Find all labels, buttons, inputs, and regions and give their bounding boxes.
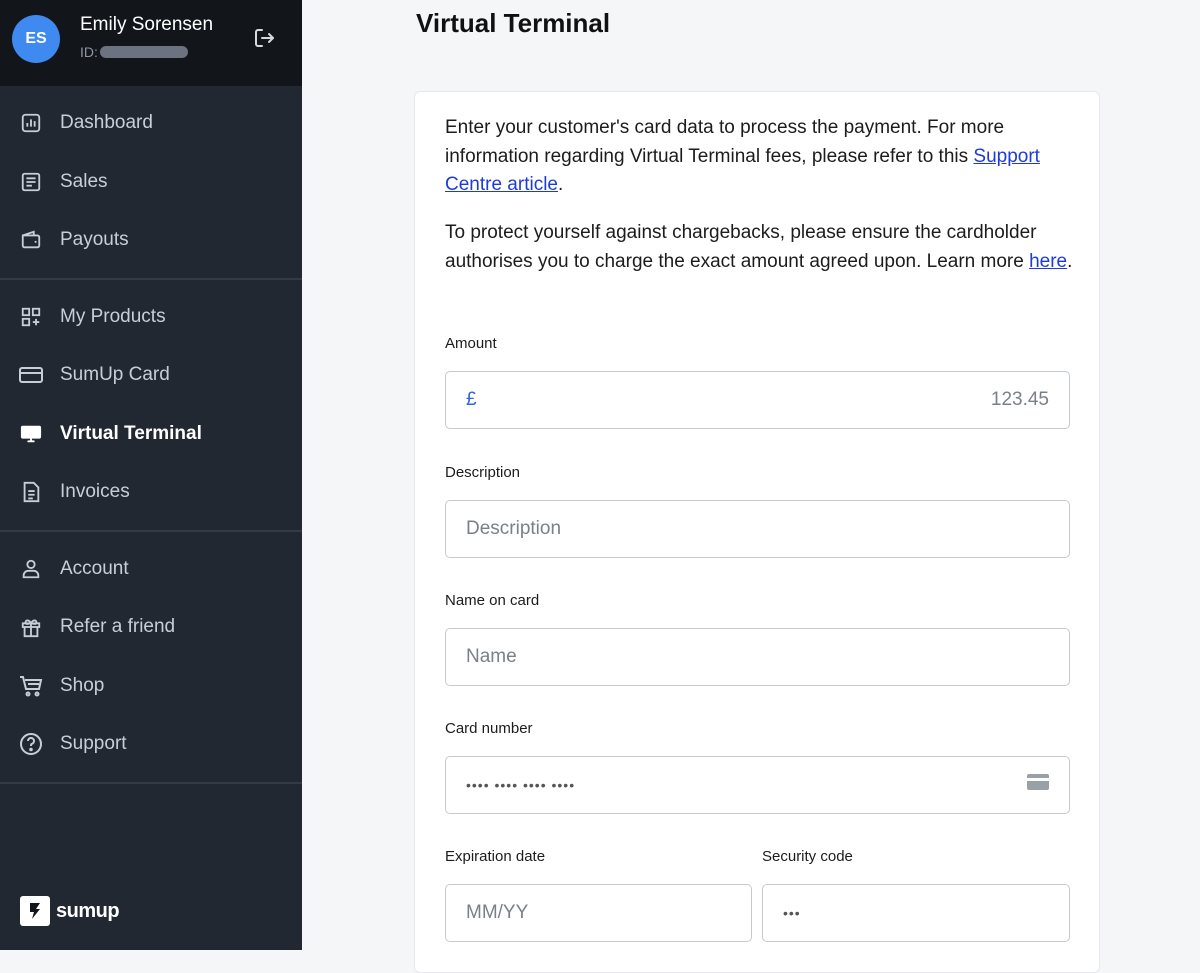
intro-paragraph-fees: Enter your customer's card data to proce… — [445, 114, 1077, 200]
learn-more-link[interactable]: here — [1029, 251, 1067, 272]
gift-icon — [19, 615, 43, 639]
security-code-input[interactable]: ••• — [762, 884, 1070, 942]
name-placeholder: Name — [466, 646, 517, 667]
sidebar-item-label: SumUp Card — [60, 364, 170, 386]
receipt-icon — [19, 170, 43, 194]
sidebar-item-label: Dashboard — [60, 112, 153, 134]
card-number-label: Card number — [445, 720, 533, 737]
card-number-placeholder: •••• •••• •••• •••• — [466, 777, 576, 793]
intro-chargebacks-text: To protect yourself against chargebacks,… — [445, 222, 1037, 272]
document-icon — [19, 480, 43, 504]
cart-icon — [19, 674, 43, 698]
description-input[interactable]: Description — [445, 500, 1070, 558]
chart-icon — [19, 111, 43, 135]
sidebar-item-label: Refer a friend — [60, 616, 176, 638]
user-header: ES Emily Sorensen ID: — [0, 0, 302, 86]
sumup-wordmark: sumup — [56, 899, 120, 922]
sidebar-item-account[interactable]: Account — [0, 540, 302, 599]
credit-card-icon — [1027, 774, 1049, 796]
amount-input[interactable]: £ 123.45 — [445, 371, 1070, 429]
intro-paragraph-chargebacks: To protect yourself against chargebacks,… — [445, 219, 1077, 276]
sidebar-item-support[interactable]: Support — [0, 715, 302, 774]
sidebar-item-label: Shop — [60, 674, 105, 696]
sidebar-item-invoices[interactable]: Invoices — [0, 463, 302, 522]
sidebar-item-label: Sales — [60, 170, 108, 192]
nav-group-account: Account Refer a friend Shop Support — [0, 532, 302, 784]
sidebar-item-label: Invoices — [60, 481, 130, 503]
description-placeholder: Description — [466, 518, 562, 539]
intro-text: Enter your customer's card data to proce… — [445, 114, 1077, 296]
sidebar-item-label: Support — [60, 733, 127, 755]
sidebar-item-refer-a-friend[interactable]: Refer a friend — [0, 598, 302, 657]
nav-group-products: My Products SumUp Card Virtual Terminal … — [0, 280, 302, 532]
intro-fees-end: . — [558, 174, 564, 196]
sumup-logo-mark — [20, 896, 50, 926]
security-code-placeholder: ••• — [783, 905, 801, 921]
user-id-label: ID: — [80, 44, 98, 60]
sidebar: ES Emily Sorensen ID: Dashboard Sales Pa… — [0, 0, 302, 950]
currency-symbol: £ — [466, 389, 477, 410]
sidebar-item-label: Virtual Terminal — [60, 422, 202, 444]
help-icon — [19, 732, 43, 756]
intro-fees-text: Enter your customer's card data to proce… — [445, 117, 1005, 167]
expiration-date-input[interactable]: MM/YY — [445, 884, 752, 942]
sidebar-item-label: My Products — [60, 305, 166, 327]
amount-label: Amount — [445, 335, 497, 352]
sidebar-item-shop[interactable]: Shop — [0, 657, 302, 716]
sidebar-item-sumup-card[interactable]: SumUp Card — [0, 346, 302, 405]
sumup-logo: sumup — [20, 896, 120, 926]
security-code-label: Security code — [762, 848, 853, 865]
avatar: ES — [12, 15, 60, 63]
logout-icon[interactable] — [252, 26, 276, 50]
sidebar-item-sales[interactable]: Sales — [0, 153, 302, 212]
user-id: ID: — [80, 44, 188, 60]
sidebar-item-my-products[interactable]: My Products — [0, 288, 302, 347]
person-icon — [19, 557, 43, 581]
amount-placeholder: 123.45 — [990, 389, 1049, 410]
sidebar-item-dashboard[interactable]: Dashboard — [0, 94, 302, 153]
wallet-icon — [19, 228, 43, 252]
sidebar-item-payouts[interactable]: Payouts — [0, 211, 302, 270]
card-number-input[interactable]: •••• •••• •••• •••• — [445, 756, 1070, 814]
virtual-terminal-form-card: Enter your customer's card data to proce… — [414, 91, 1100, 973]
sidebar-item-label: Payouts — [60, 229, 129, 251]
nav-group-main: Dashboard Sales Payouts — [0, 86, 302, 280]
name-on-card-label: Name on card — [445, 592, 540, 609]
grid-plus-icon — [19, 305, 43, 329]
redacted-id — [99, 46, 188, 58]
sidebar-item-label: Account — [60, 557, 129, 579]
monitor-icon — [19, 422, 43, 446]
card-icon — [19, 363, 43, 387]
sidebar-item-virtual-terminal[interactable]: Virtual Terminal — [0, 405, 302, 464]
page-title: Virtual Terminal — [416, 8, 611, 38]
expiration-date-label: Expiration date — [445, 848, 546, 865]
intro-chargebacks-end: . — [1067, 250, 1073, 272]
user-name: Emily Sorensen — [80, 14, 214, 35]
name-on-card-input[interactable]: Name — [445, 628, 1070, 686]
expiration-date-placeholder: MM/YY — [466, 902, 529, 923]
description-label: Description — [445, 464, 521, 481]
